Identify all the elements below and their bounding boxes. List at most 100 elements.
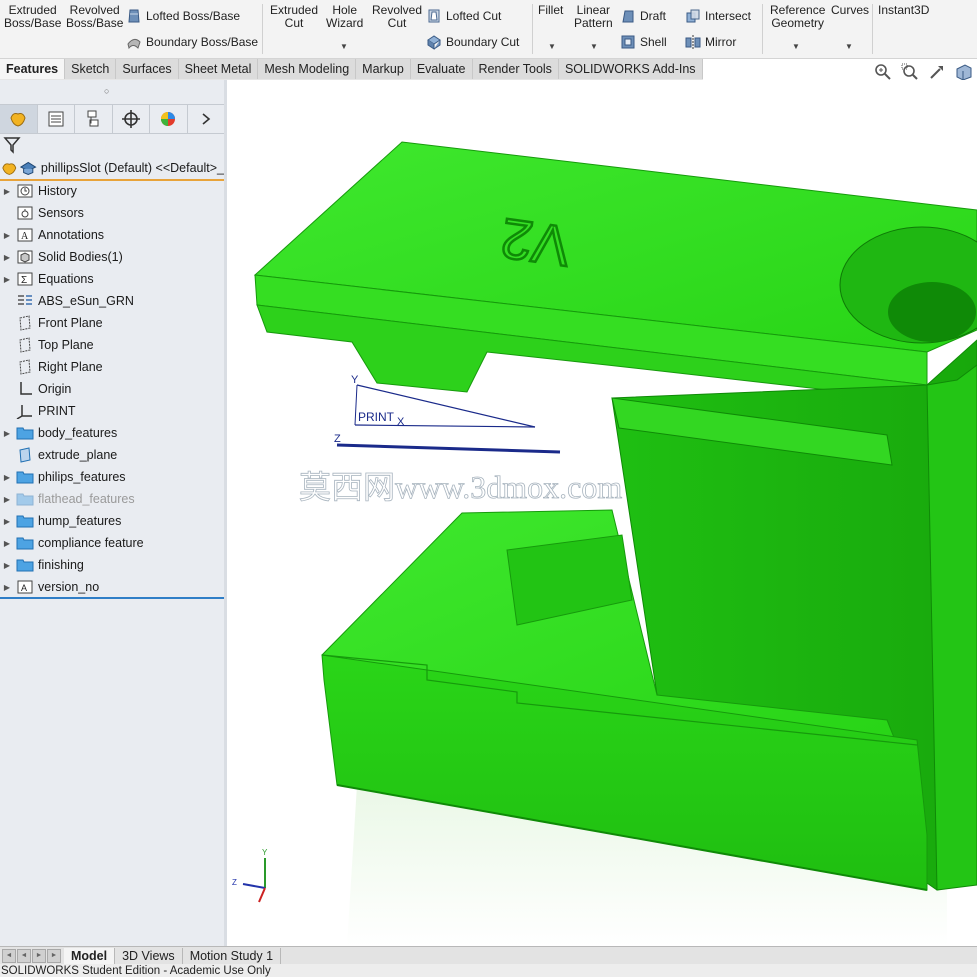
previous-view-icon[interactable] — [928, 63, 946, 81]
boundary-cut-button[interactable]: Boundary Cut — [426, 34, 519, 50]
instant3d-button[interactable]: Instant3D — [878, 4, 929, 17]
expand-arrow-icon[interactable]: ▶ — [0, 561, 14, 570]
fillet-dropdown-icon[interactable]: ▼ — [548, 42, 556, 51]
boundary-boss-label: Boundary Boss/Base — [146, 35, 259, 49]
view-orientation-triad: Y Z — [232, 848, 268, 903]
tree-item-philips-features[interactable]: ▶ philips_features — [0, 466, 224, 488]
expand-arrow-icon[interactable]: ▶ — [0, 231, 14, 240]
tab-feature-manager[interactable] — [0, 105, 38, 133]
tree-item-print[interactable]: PRINT — [0, 400, 224, 422]
status-text: SOLIDWORKS Student Edition - Academic Us… — [1, 965, 271, 977]
revolved-cut-button[interactable]: Revolved Cut — [372, 4, 422, 30]
expand-arrow-icon[interactable]: ▶ — [0, 473, 14, 482]
tab-render-tools[interactable]: Render Tools — [472, 59, 559, 79]
first-tab-arrow-icon[interactable]: ◄ — [2, 948, 16, 963]
reference-geometry-button[interactable]: Reference Geometry — [770, 4, 825, 30]
tab-motion-study-1[interactable]: Motion Study 1 — [183, 947, 282, 964]
tree-item-equations[interactable]: ▶ Σ Equations — [0, 268, 224, 290]
hole-wizard-dropdown-icon[interactable]: ▼ — [340, 42, 348, 51]
mirror-button[interactable]: Mirror — [685, 34, 736, 50]
tab-display-manager[interactable] — [150, 105, 188, 133]
expand-arrow-icon[interactable]: ▶ — [0, 495, 14, 504]
curves-dropdown-icon[interactable]: ▼ — [845, 42, 853, 51]
ribbon-divider — [262, 4, 263, 54]
draft-button[interactable]: Draft — [620, 8, 666, 24]
hole-wizard-label-2: Wizard — [326, 16, 364, 30]
coordinate-system-icon — [14, 402, 36, 420]
tab-sketch[interactable]: Sketch — [65, 59, 117, 79]
boundary-boss-button[interactable]: Boundary Boss/Base — [126, 34, 258, 50]
folder-icon — [14, 512, 36, 530]
tab-dimxpert-manager[interactable] — [113, 105, 150, 133]
panel-collapse-handle[interactable]: ○ — [104, 86, 109, 96]
tree-item-version-no[interactable]: ▶ Aversion_no — [0, 576, 224, 598]
tree-item-solid-bodies-1[interactable]: ▶ Solid Bodies(1) — [0, 246, 224, 268]
tree-item-origin[interactable]: Origin — [0, 378, 224, 400]
panel-tabs-more[interactable] — [188, 105, 225, 133]
tab-3d-views[interactable]: 3D Views — [115, 947, 183, 964]
tree-item-right-plane[interactable]: Right Plane — [0, 356, 224, 378]
linear-pattern-button[interactable]: Linear Pattern — [574, 4, 613, 30]
tree-item-compliance-feature[interactable]: ▶ compliance feature — [0, 532, 224, 554]
tab-surfaces[interactable]: Surfaces — [116, 59, 179, 79]
tab-property-manager[interactable] — [38, 105, 75, 133]
zoom-to-fit-icon[interactable] — [874, 63, 892, 81]
tree-item-front-plane[interactable]: Front Plane — [0, 312, 224, 334]
graphics-area[interactable]: V2 Y PRINT X Z 莫西网www.3dmox.com Y Z — [227, 80, 977, 946]
expand-arrow-icon[interactable]: ▶ — [0, 429, 14, 438]
curves-button[interactable]: Curves — [831, 4, 869, 17]
fillet-button[interactable]: Fillet — [538, 4, 563, 17]
rollback-bar[interactable] — [0, 597, 224, 599]
expand-arrow-icon[interactable]: ▶ — [0, 253, 14, 262]
zoom-to-area-icon[interactable] — [901, 63, 919, 81]
intersect-button[interactable]: Intersect — [685, 8, 751, 24]
tab-sheet-metal[interactable]: Sheet Metal — [178, 59, 259, 79]
extruded-boss-button[interactable]: Extruded Boss/Base — [4, 4, 61, 30]
lofted-cut-button[interactable]: Lofted Cut — [426, 8, 501, 24]
shell-button[interactable]: Shell — [620, 34, 667, 50]
hole-wizard-button[interactable]: Hole Wizard — [326, 4, 363, 30]
tree-filter[interactable] — [0, 133, 224, 155]
tree-item-flathead-features[interactable]: ▶ flathead_features — [0, 488, 224, 510]
next-tab-arrow-icon[interactable]: ► — [32, 948, 46, 963]
reference-geometry-dropdown-icon[interactable]: ▼ — [792, 42, 800, 51]
tab-configuration-manager[interactable] — [75, 105, 113, 133]
tree-root-part[interactable]: phillipsSlot (Default) <<Default>_ — [0, 157, 224, 181]
extruded-cut-button[interactable]: Extruded Cut — [270, 4, 318, 30]
expand-arrow-icon[interactable]: ▶ — [0, 583, 14, 592]
tab-features[interactable]: Features — [0, 59, 66, 79]
intersect-icon — [686, 9, 700, 23]
tab-model[interactable]: Model — [64, 947, 116, 964]
part-model[interactable]: V2 Y PRINT X Z 莫西网www.3dmox.com Y Z — [227, 80, 977, 946]
tree-item-sensors[interactable]: Sensors — [0, 202, 224, 224]
last-tab-arrow-icon[interactable]: ► — [47, 948, 61, 963]
material-icon — [14, 292, 36, 310]
tab-markup[interactable]: Markup — [356, 59, 411, 79]
engraved-text: V2 — [497, 207, 574, 279]
lofted-boss-button[interactable]: Lofted Boss/Base — [126, 8, 240, 24]
boundary-cut-icon — [427, 35, 441, 50]
tab-solidworks-addins[interactable]: SOLIDWORKS Add-Ins — [558, 59, 703, 79]
expand-arrow-icon[interactable]: ▶ — [0, 275, 14, 284]
expand-arrow-icon[interactable]: ▶ — [0, 539, 14, 548]
tab-evaluate[interactable]: Evaluate — [410, 59, 473, 79]
tab-mesh-modeling[interactable]: Mesh Modeling — [258, 59, 357, 79]
watermark-text: 莫西网www.3dmox.com — [299, 469, 622, 505]
prev-tab-arrow-icon[interactable]: ◄ — [17, 948, 31, 963]
status-bar: SOLIDWORKS Student Edition - Academic Us… — [0, 964, 977, 977]
linear-pattern-label-2: Pattern — [574, 16, 613, 30]
revolved-boss-button[interactable]: Revolved Boss/Base — [66, 4, 123, 30]
tree-item-body-features[interactable]: ▶ body_features — [0, 422, 224, 444]
tree-item-annotations[interactable]: ▶ A Annotations — [0, 224, 224, 246]
instant3d-label: Instant3D — [878, 3, 930, 17]
tree-item-hump-features[interactable]: ▶ hump_features — [0, 510, 224, 532]
tree-item-finishing[interactable]: ▶ finishing — [0, 554, 224, 576]
tree-item-extrude-plane[interactable]: extrude_plane — [0, 444, 224, 466]
tree-item-top-plane[interactable]: Top Plane — [0, 334, 224, 356]
expand-arrow-icon[interactable]: ▶ — [0, 517, 14, 526]
tree-item-history[interactable]: ▶ History — [0, 180, 224, 202]
linear-pattern-dropdown-icon[interactable]: ▼ — [590, 42, 598, 51]
expand-arrow-icon[interactable]: ▶ — [0, 187, 14, 196]
section-view-icon[interactable] — [955, 63, 973, 81]
tree-item-abs-esun-grn[interactable]: ABS_eSun_GRN — [0, 290, 224, 312]
